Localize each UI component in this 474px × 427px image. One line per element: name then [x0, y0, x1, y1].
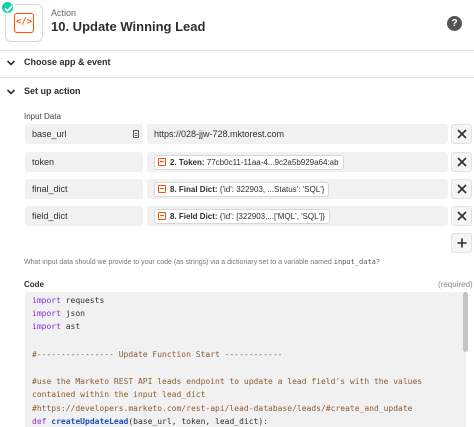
input-key-field[interactable]: token: [25, 152, 143, 172]
section-label: Choose app & event: [24, 57, 111, 67]
input-data-row: base_url https://028-jjw-728.mktorest.co…: [25, 124, 448, 144]
chevron-down-icon: [6, 60, 16, 66]
close-icon: [457, 211, 467, 221]
code-line: #https://developers.marketo.com/rest-api…: [32, 404, 413, 413]
code-line: import json: [32, 309, 85, 318]
help-icon[interactable]: ?: [447, 16, 462, 31]
variable-name: input_data: [333, 258, 376, 266]
document-icon[interactable]: [133, 130, 139, 138]
remove-row-button[interactable]: [451, 206, 472, 226]
code-line: #---------------- Update Function Start …: [32, 350, 283, 359]
step-header: </> Action 10. Update Winning Lead ?: [0, 0, 474, 50]
chevron-down-icon: [6, 89, 16, 95]
step-title[interactable]: 10. Update Winning Lead: [51, 19, 205, 34]
pill-value: 77cb0c11-11aa-4...9c2a5b929a64:ab: [206, 158, 339, 167]
input-data-row: final_dict 8. Final Dict: {'id': 322903,…: [25, 179, 448, 199]
remove-row-button[interactable]: [451, 124, 472, 144]
pill-label: 8. Field Dict:: [170, 212, 218, 221]
input-data-row: token 2. Token: 77cb0c11-11aa-4...9c2a5b…: [25, 152, 448, 172]
input-key-field[interactable]: final_dict: [25, 179, 143, 199]
code-scrollbar[interactable]: [463, 292, 468, 352]
code-line: def createUpdateLead(base_url, token, le…: [32, 417, 269, 426]
code-step-icon: [158, 158, 166, 166]
code-label: Code: [24, 280, 44, 289]
plus-icon: [457, 238, 467, 248]
code-editor[interactable]: import requests import json import ast #…: [25, 292, 466, 427]
code-icon: </>: [14, 13, 34, 33]
add-row-button[interactable]: [451, 233, 472, 253]
input-key-text: token: [32, 157, 55, 167]
close-icon: [457, 184, 467, 194]
input-key-text: field_dict: [32, 211, 68, 221]
input-data-row: field_dict 8. Field Dict: {'id': [322903…: [25, 206, 448, 226]
mapped-field-pill[interactable]: 8. Final Dict: {'id': 322903, ...Status'…: [154, 182, 330, 197]
input-value-text: https://028-jjw-728.mktorest.com: [154, 129, 285, 139]
section-label: Set up action: [24, 86, 81, 96]
code-step-icon: [158, 212, 166, 220]
input-key-text: final_dict: [32, 184, 68, 194]
input-value-field[interactable]: 8. Final Dict: {'id': 322903, ...Status'…: [147, 179, 448, 199]
input-data-help-text: What input data should we provide to you…: [24, 258, 380, 266]
close-icon: [457, 129, 467, 139]
mapped-field-pill[interactable]: 8. Field Dict: {'id': [322903,...['MQL',…: [154, 209, 331, 224]
input-value-field[interactable]: 2. Token: 77cb0c11-11aa-4...9c2a5b929a64…: [147, 152, 448, 172]
code-line: #use the Marketo REST API leads endpoint…: [32, 377, 423, 386]
pill-value: {'id': 322903, ...Status': 'SQL'}: [219, 185, 325, 194]
section-choose-app-event[interactable]: Choose app & event: [0, 50, 474, 76]
close-icon: [457, 157, 467, 167]
remove-row-button[interactable]: [451, 179, 472, 199]
code-step-icon: [158, 185, 166, 193]
input-key-text: base_url: [32, 129, 67, 139]
input-value-field[interactable]: 8. Field Dict: {'id': [322903,...['MQL',…: [147, 206, 448, 226]
pill-label: 2. Token:: [170, 158, 205, 167]
mapped-field-pill[interactable]: 2. Token: 77cb0c11-11aa-4...9c2a5b929a64…: [154, 155, 344, 170]
pill-value: {'id': [322903,...['MQL', 'SQL']}: [219, 212, 326, 221]
code-line: import ast: [32, 322, 81, 331]
required-badge: (required): [438, 280, 473, 289]
input-key-field[interactable]: base_url: [25, 124, 143, 144]
section-set-up-action[interactable]: Set up action: [0, 79, 474, 105]
input-key-field[interactable]: field_dict: [25, 206, 143, 226]
divider: [0, 77, 474, 78]
code-line: import requests: [32, 296, 105, 305]
step-type-label: Action: [51, 8, 77, 18]
check-icon: [0, 0, 15, 15]
pill-label: 8. Final Dict:: [170, 185, 218, 194]
remove-row-button[interactable]: [451, 152, 472, 172]
input-data-label: Input Data: [24, 112, 61, 121]
input-value-field[interactable]: https://028-jjw-728.mktorest.com: [147, 124, 448, 144]
code-line: contained within the input lead_dict: [32, 390, 206, 399]
